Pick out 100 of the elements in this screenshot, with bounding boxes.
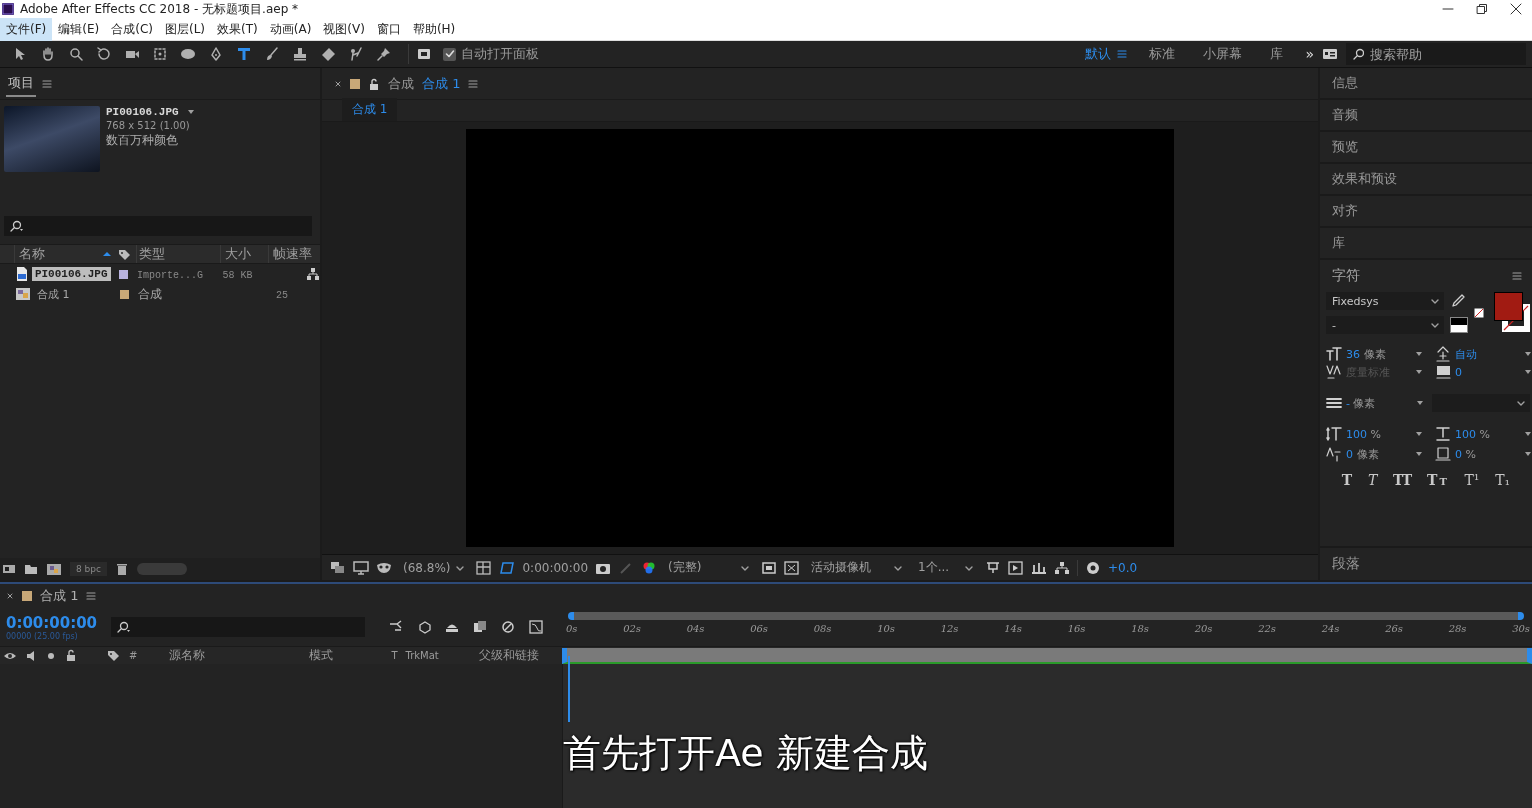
search-field[interactable] — [4, 216, 312, 236]
exposure-icon[interactable] — [1085, 560, 1102, 575]
column-header[interactable]: TrkMat — [405, 650, 439, 661]
monitor-icon[interactable] — [353, 560, 369, 575]
interpret-footage-icon[interactable] — [2, 562, 16, 576]
panel-icon[interactable] — [417, 47, 431, 61]
workspace-tab[interactable]: 默认 — [1071, 45, 1118, 63]
trash-icon[interactable] — [114, 562, 129, 576]
menu-item[interactable]: 视图(V) — [317, 17, 371, 41]
caret-icon[interactable] — [1524, 430, 1532, 438]
scroll-bar[interactable] — [136, 563, 187, 575]
tracking-icon[interactable] — [1435, 364, 1451, 380]
restore-icon[interactable] — [1476, 3, 1488, 15]
composition-tab[interactable]: 合成 1 — [342, 98, 398, 121]
timecode[interactable]: 0:00:00:00 — [522, 560, 589, 575]
label-color-swatch[interactable] — [118, 269, 128, 279]
caret-icon[interactable] — [1415, 350, 1423, 358]
super-style-button[interactable]: T¹ — [1462, 472, 1482, 488]
tag-icon[interactable] — [107, 648, 121, 663]
composition-tab[interactable]: 合成 1 — [422, 74, 461, 93]
workspace-tab[interactable]: 小屏幕 — [1189, 45, 1257, 63]
menu-icon[interactable] — [1512, 271, 1522, 281]
caret-icon[interactable] — [1415, 368, 1423, 376]
workspace-tab[interactable]: 标准 — [1135, 45, 1190, 63]
search-field[interactable] — [111, 617, 366, 637]
kerning-icon[interactable] — [1326, 364, 1342, 380]
sub-style-button[interactable]: T₁ — [1493, 472, 1513, 488]
overflow-button[interactable]: » — [1297, 46, 1322, 62]
frame-blending-icon[interactable] — [473, 620, 488, 634]
column-header[interactable]: 帧速率 — [273, 246, 312, 261]
column-header[interactable]: 源名称 — [169, 647, 206, 664]
lock-icon[interactable] — [368, 77, 380, 90]
camera-dropdown[interactable]: 活动摄像机 — [807, 559, 908, 576]
caret-icon[interactable] — [1524, 450, 1532, 458]
menu-icon[interactable] — [86, 591, 97, 601]
panel-tab[interactable]: 项目 — [6, 70, 36, 97]
folder-icon[interactable] — [24, 562, 38, 576]
panel-tab[interactable]: 效果和预设 — [1320, 164, 1532, 196]
caret-icon[interactable] — [1524, 368, 1532, 376]
panel-tab[interactable]: 库 — [1320, 228, 1532, 260]
menu-item[interactable]: 图层(L) — [158, 17, 212, 41]
menu-icon[interactable] — [42, 78, 52, 89]
italic-style-button[interactable]: T — [1365, 472, 1380, 488]
close-icon[interactable] — [334, 79, 342, 88]
leading-value[interactable]: 自动 — [1455, 346, 1520, 362]
caret-icon[interactable] — [1416, 399, 1424, 407]
fast-preview-icon[interactable] — [1008, 560, 1025, 575]
baseline-shift-icon[interactable] — [1326, 446, 1342, 462]
font-style-dropdown[interactable]: - — [1326, 316, 1444, 334]
bold-style-button[interactable]: T — [1339, 472, 1355, 488]
column-header[interactable]: 类型 — [139, 246, 165, 261]
column-header[interactable]: # — [129, 650, 138, 661]
caret-icon[interactable] — [186, 108, 195, 116]
panel-tab[interactable]: 预览 — [1320, 132, 1532, 164]
close-icon[interactable] — [6, 592, 14, 600]
default-colors-icon[interactable] — [1450, 317, 1468, 333]
grid-icon[interactable] — [476, 560, 493, 575]
menu-item[interactable]: 窗口 — [370, 17, 407, 41]
smallcaps-style-button[interactable]: TT — [1424, 472, 1451, 488]
panel-tab[interactable]: 音频 — [1320, 100, 1532, 132]
exposure-value[interactable]: +0.0 — [1108, 560, 1138, 575]
composition-icon[interactable] — [15, 286, 31, 302]
flowchart-icon[interactable] — [1054, 560, 1071, 575]
menu-item[interactable]: 帮助(H) — [406, 17, 462, 41]
menu-item[interactable]: 动画(A) — [263, 17, 318, 41]
vertical-scale-icon[interactable] — [1326, 426, 1342, 442]
tsume-value[interactable]: 0 % — [1455, 447, 1520, 461]
baseline-value[interactable]: 0 像素 — [1346, 446, 1411, 462]
tag-icon[interactable] — [117, 247, 131, 261]
size-value[interactable]: 36 像素 — [1346, 346, 1411, 362]
panel-tab[interactable]: 信息 — [1320, 68, 1532, 100]
stroke-value[interactable]: - 像素 — [1346, 395, 1412, 411]
resolution-dropdown[interactable]: (完整) — [664, 559, 755, 576]
sort-ascending-icon[interactable] — [102, 250, 112, 258]
layers-icon[interactable] — [330, 560, 346, 575]
font-family-dropdown[interactable]: Fixedsys — [1326, 292, 1444, 310]
graph-editor-icon[interactable] — [529, 620, 544, 634]
menu-item[interactable]: 文件(F) — [0, 17, 53, 41]
column-header[interactable]: 大小 — [225, 246, 251, 261]
file-name[interactable]: 合成 1 — [34, 285, 73, 303]
no-color-swatch-icon[interactable] — [1474, 308, 1484, 318]
image-file-icon[interactable] — [14, 266, 29, 282]
new-composition-icon[interactable] — [46, 562, 62, 576]
timeline-tab[interactable]: 合成 1 — [40, 587, 79, 605]
chevron-icon[interactable] — [1430, 297, 1440, 305]
menu-item[interactable]: 效果(T) — [211, 17, 264, 41]
caret-icon[interactable] — [1415, 430, 1423, 438]
chevron-icon[interactable] — [1430, 321, 1440, 329]
mask-icon[interactable] — [376, 560, 392, 575]
keyboard-icon[interactable] — [1322, 47, 1338, 61]
horizontal-scale-icon[interactable] — [1435, 426, 1451, 442]
lock-icon[interactable] — [65, 648, 77, 663]
menu-icon[interactable] — [468, 78, 479, 89]
column-header[interactable]: 模式 — [309, 647, 334, 664]
panel-tab[interactable]: 段落 — [1320, 546, 1532, 580]
column-header[interactable]: T — [391, 650, 398, 661]
panel-tab[interactable]: 对齐 — [1320, 196, 1532, 228]
bit-depth-button[interactable]: 8 bpc — [70, 562, 107, 576]
workspace-tab[interactable]: 库 — [1256, 45, 1298, 63]
flowchart-icon[interactable] — [306, 267, 320, 281]
